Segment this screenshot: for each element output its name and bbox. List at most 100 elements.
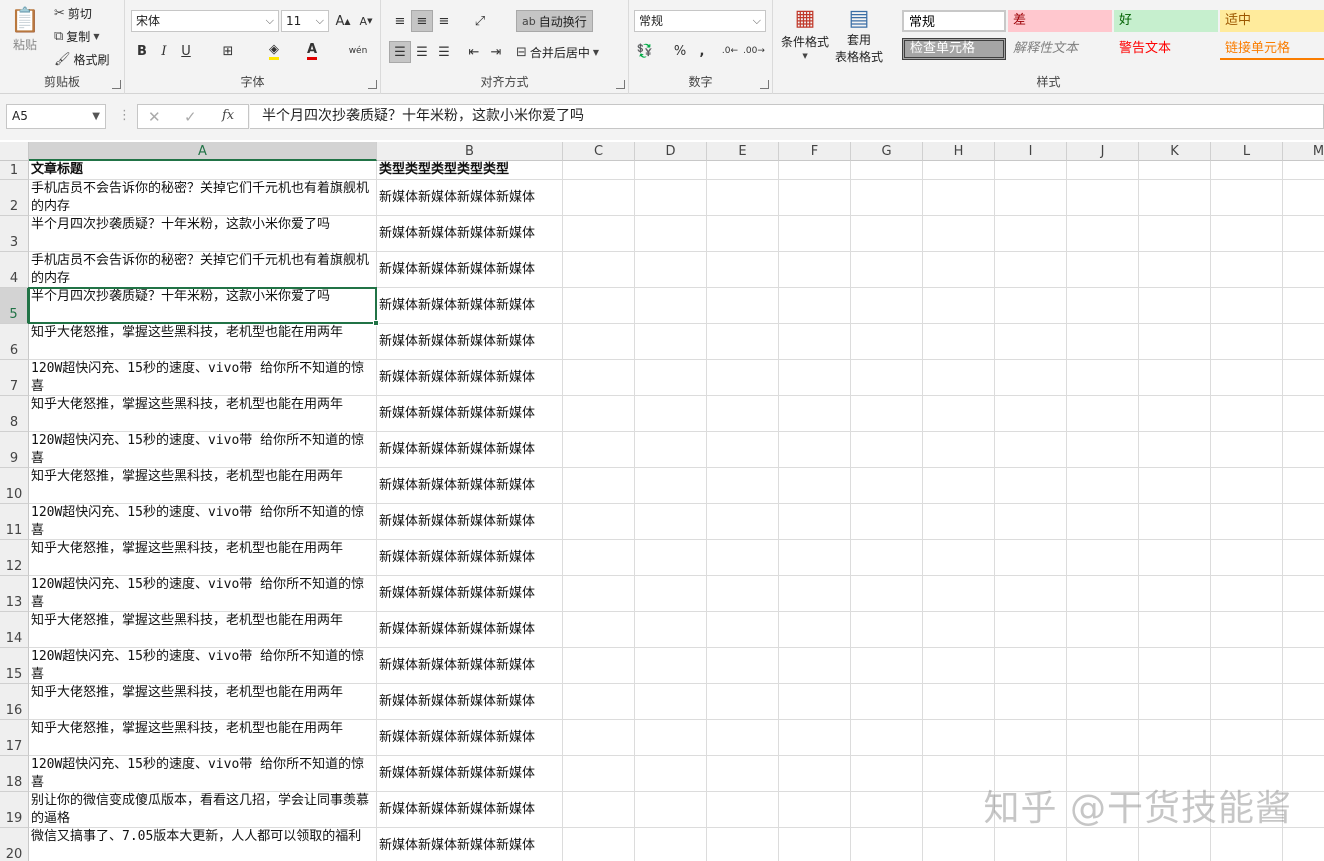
- cell-a2[interactable]: 手机店员不会告诉你的秘密？关掉它们千元机也有着旗舰机的内存: [29, 180, 377, 216]
- column-header-g[interactable]: G: [851, 142, 923, 161]
- cell-j20[interactable]: [1067, 828, 1139, 861]
- cell-k13[interactable]: [1139, 576, 1211, 612]
- cell-b18[interactable]: 新媒体新媒体新媒体新媒体: [377, 756, 563, 792]
- cell-l8[interactable]: [1211, 396, 1283, 432]
- row-header-13[interactable]: 13: [0, 576, 29, 612]
- cell-m10[interactable]: [1283, 468, 1324, 504]
- cell-g9[interactable]: [851, 432, 923, 468]
- border-icon[interactable]: ⊞: [217, 40, 239, 62]
- cell-c14[interactable]: [563, 612, 635, 648]
- cell-d14[interactable]: [635, 612, 707, 648]
- cell-i7[interactable]: [995, 360, 1067, 396]
- column-header-e[interactable]: E: [707, 142, 779, 161]
- italic-button[interactable]: I: [153, 40, 175, 62]
- column-header-m[interactable]: M: [1283, 142, 1324, 161]
- paste-button[interactable]: 📋 粘贴: [10, 6, 40, 53]
- increase-indent-icon[interactable]: ⇥: [485, 41, 507, 63]
- cell-j8[interactable]: [1067, 396, 1139, 432]
- cell-l2[interactable]: [1211, 180, 1283, 216]
- cell-m3[interactable]: [1283, 216, 1324, 252]
- cell-i15[interactable]: [995, 648, 1067, 684]
- row-header-2[interactable]: 2: [0, 180, 29, 216]
- cell-d19[interactable]: [635, 792, 707, 828]
- cell-a20[interactable]: 微信又搞事了、7.05版本大更新，人人都可以领取的福利: [29, 828, 377, 861]
- cell-e3[interactable]: [707, 216, 779, 252]
- cell-m11[interactable]: [1283, 504, 1324, 540]
- cell-c16[interactable]: [563, 684, 635, 720]
- row-header-6[interactable]: 6: [0, 324, 29, 360]
- cell-d1[interactable]: [635, 161, 707, 180]
- cell-l11[interactable]: [1211, 504, 1283, 540]
- cell-m2[interactable]: [1283, 180, 1324, 216]
- cell-k2[interactable]: [1139, 180, 1211, 216]
- cell-m9[interactable]: [1283, 432, 1324, 468]
- cell-f9[interactable]: [779, 432, 851, 468]
- cell-d15[interactable]: [635, 648, 707, 684]
- row-header-20[interactable]: 20: [0, 828, 29, 861]
- clipboard-launcher-icon[interactable]: [112, 80, 121, 89]
- cell-b14[interactable]: 新媒体新媒体新媒体新媒体: [377, 612, 563, 648]
- cell-l12[interactable]: [1211, 540, 1283, 576]
- cell-c6[interactable]: [563, 324, 635, 360]
- cell-g8[interactable]: [851, 396, 923, 432]
- cell-d11[interactable]: [635, 504, 707, 540]
- cell-d17[interactable]: [635, 720, 707, 756]
- cell-i17[interactable]: [995, 720, 1067, 756]
- increase-decimal-icon[interactable]: .0←: [719, 40, 741, 62]
- cut-button[interactable]: ✂ 剪切: [54, 5, 92, 22]
- select-all-corner[interactable]: [0, 142, 29, 161]
- row-header-4[interactable]: 4: [0, 252, 29, 288]
- insert-function-icon[interactable]: fx: [222, 108, 234, 123]
- cell-d16[interactable]: [635, 684, 707, 720]
- cell-k4[interactable]: [1139, 252, 1211, 288]
- cell-g6[interactable]: [851, 324, 923, 360]
- cell-h3[interactable]: [923, 216, 995, 252]
- cell-l14[interactable]: [1211, 612, 1283, 648]
- cell-j17[interactable]: [1067, 720, 1139, 756]
- cell-a18[interactable]: 120W超快闪充、15秒的速度、vivo带 给你所不知道的惊喜: [29, 756, 377, 792]
- cell-d2[interactable]: [635, 180, 707, 216]
- cell-h5[interactable]: [923, 288, 995, 324]
- cell-b12[interactable]: 新媒体新媒体新媒体新媒体: [377, 540, 563, 576]
- cell-g1[interactable]: [851, 161, 923, 180]
- cell-m20[interactable]: [1283, 828, 1324, 861]
- name-box[interactable]: A5 ▼: [6, 104, 106, 129]
- decrease-decimal-icon[interactable]: .00→: [743, 40, 765, 62]
- cell-j10[interactable]: [1067, 468, 1139, 504]
- cell-c7[interactable]: [563, 360, 635, 396]
- cell-i8[interactable]: [995, 396, 1067, 432]
- cell-e19[interactable]: [707, 792, 779, 828]
- cell-g7[interactable]: [851, 360, 923, 396]
- cell-k14[interactable]: [1139, 612, 1211, 648]
- cell-d4[interactable]: [635, 252, 707, 288]
- cell-f20[interactable]: [779, 828, 851, 861]
- row-header-12[interactable]: 12: [0, 540, 29, 576]
- font-size-combo[interactable]: 11 ⌵: [281, 10, 329, 32]
- cell-d12[interactable]: [635, 540, 707, 576]
- cell-m5[interactable]: [1283, 288, 1324, 324]
- align-bottom-icon[interactable]: ≡: [433, 10, 455, 32]
- cell-d7[interactable]: [635, 360, 707, 396]
- cell-d3[interactable]: [635, 216, 707, 252]
- cell-h12[interactable]: [923, 540, 995, 576]
- cell-e1[interactable]: [707, 161, 779, 180]
- cell-k10[interactable]: [1139, 468, 1211, 504]
- cell-e16[interactable]: [707, 684, 779, 720]
- cell-f16[interactable]: [779, 684, 851, 720]
- cell-e2[interactable]: [707, 180, 779, 216]
- column-header-i[interactable]: I: [995, 142, 1067, 161]
- cell-e17[interactable]: [707, 720, 779, 756]
- row-header-18[interactable]: 18: [0, 756, 29, 792]
- number-launcher-icon[interactable]: [760, 80, 769, 89]
- cell-g15[interactable]: [851, 648, 923, 684]
- cell-h17[interactable]: [923, 720, 995, 756]
- cell-f11[interactable]: [779, 504, 851, 540]
- cell-g2[interactable]: [851, 180, 923, 216]
- cell-l10[interactable]: [1211, 468, 1283, 504]
- cancel-icon[interactable]: ✕: [148, 108, 161, 126]
- cell-c11[interactable]: [563, 504, 635, 540]
- cell-e12[interactable]: [707, 540, 779, 576]
- cell-h7[interactable]: [923, 360, 995, 396]
- cell-h2[interactable]: [923, 180, 995, 216]
- row-header-14[interactable]: 14: [0, 612, 29, 648]
